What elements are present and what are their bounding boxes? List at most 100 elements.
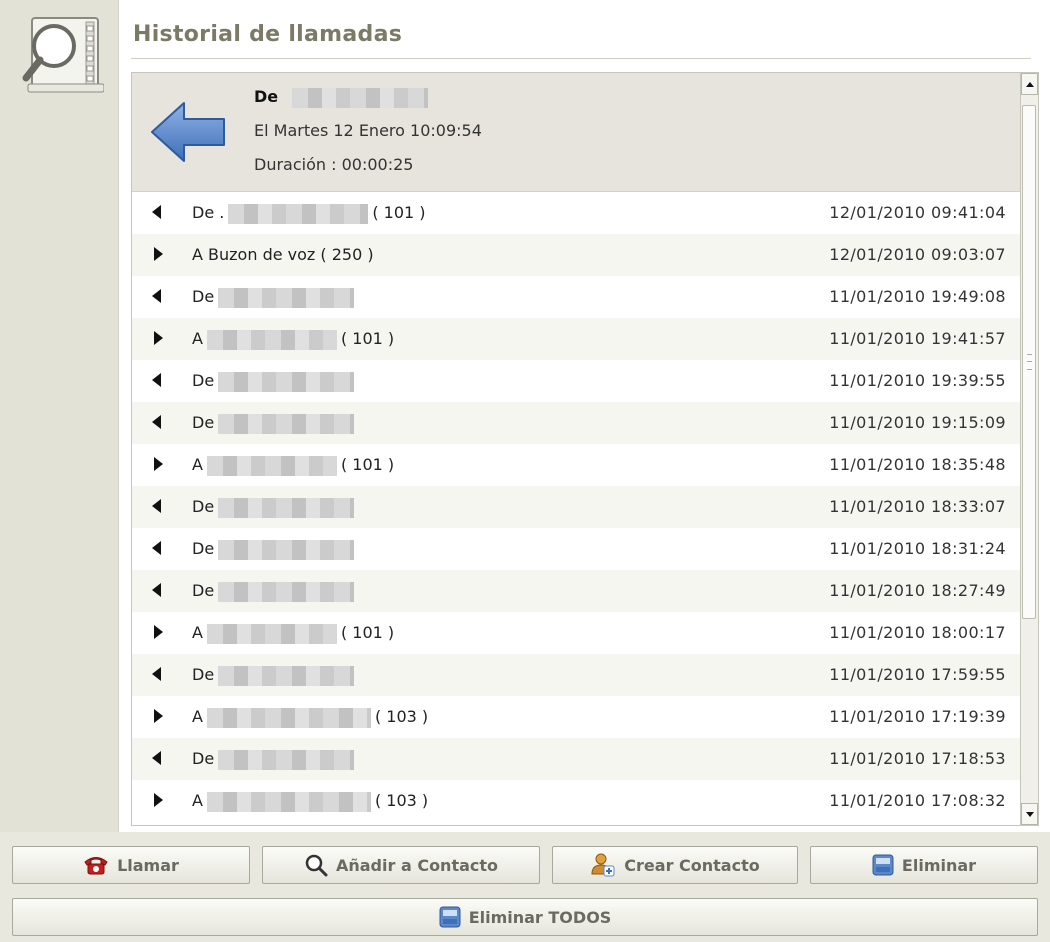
title-divider	[131, 58, 1031, 59]
call-timestamp: 11/01/2010 19:39:55	[829, 371, 1006, 390]
call-row[interactable]: De 11/01/2010 18:31:24	[132, 528, 1020, 570]
call-row[interactable]: De 11/01/2010 17:59:55	[132, 654, 1020, 696]
incoming-arrow-icon	[152, 373, 161, 387]
outgoing-arrow-icon	[154, 793, 163, 807]
call-button-label: Llamar	[117, 855, 179, 875]
sidebar	[0, 0, 119, 832]
detail-caller-prefix: De	[254, 87, 279, 106]
outgoing-arrow-icon	[154, 709, 163, 723]
call-party: A ( 101 )	[192, 623, 394, 644]
outgoing-arrow-icon	[154, 625, 163, 639]
scroll-up-button[interactable]	[1021, 73, 1038, 95]
redacted-name	[291, 87, 428, 108]
call-extension: ( 103 )	[374, 791, 429, 810]
call-row[interactable]: A ( 101 ) 11/01/2010 19:41:57	[132, 318, 1020, 360]
action-bar: Llamar Añadir a Contacto Crear Contacto …	[0, 832, 1050, 942]
incoming-arrow-icon	[152, 205, 161, 219]
call-party: A Buzon de voz ( 250 )	[192, 245, 374, 264]
delete-label: Eliminar	[901, 855, 977, 875]
call-button[interactable]: Llamar	[12, 846, 250, 884]
page-title: Historial de llamadas	[133, 22, 403, 47]
call-row[interactable]: A ( 101 ) 11/01/2010 18:35:48	[132, 444, 1020, 486]
redacted-name	[228, 203, 369, 224]
detail-duration: Duración : 00:00:25	[254, 155, 414, 174]
call-party: De	[192, 287, 358, 308]
call-row[interactable]: De . ( 101 ) 12/01/2010 09:41:04	[132, 192, 1020, 234]
call-party: A ( 101 )	[192, 455, 394, 476]
redacted-name	[206, 791, 371, 812]
call-row[interactable]: De 11/01/2010 17:18:53	[132, 738, 1020, 780]
arrow-left-icon	[151, 102, 225, 162]
call-timestamp: 11/01/2010 17:18:53	[829, 749, 1006, 768]
call-timestamp: 11/01/2010 19:49:08	[829, 287, 1006, 306]
incoming-arrow-icon	[152, 751, 161, 765]
incoming-arrow-icon	[152, 499, 161, 513]
create-contact-button[interactable]: Crear Contacto	[552, 846, 798, 884]
delete-button[interactable]: Eliminar	[810, 846, 1038, 884]
call-row[interactable]: De 11/01/2010 19:49:08	[132, 276, 1020, 318]
call-timestamp: 12/01/2010 09:41:04	[829, 203, 1006, 222]
call-party: A ( 103 )	[192, 707, 428, 728]
call-party: De	[192, 497, 358, 518]
call-party-prefix: De	[192, 581, 215, 600]
redacted-name	[206, 329, 337, 350]
outgoing-arrow-icon	[154, 247, 163, 261]
call-extension: ( 101 )	[372, 203, 426, 222]
redacted-name	[218, 749, 355, 770]
call-party-prefix: De	[192, 371, 215, 390]
call-timestamp: 11/01/2010 18:35:48	[829, 455, 1006, 474]
magnifier-icon	[22, 17, 104, 93]
call-party-prefix: De	[192, 497, 215, 516]
call-party: De	[192, 413, 358, 434]
call-extension: ( 101 )	[340, 623, 395, 642]
redacted-name	[218, 371, 355, 392]
disk-icon	[439, 906, 461, 928]
call-timestamp: 11/01/2010 18:31:24	[829, 539, 1006, 558]
call-row[interactable]: De 11/01/2010 19:15:09	[132, 402, 1020, 444]
call-party-prefix: De	[192, 287, 215, 306]
call-history-panel: Historial de llamadas De El Martes 12 En…	[118, 0, 1050, 832]
scrollbar[interactable]	[1020, 73, 1038, 825]
redacted-name	[218, 497, 355, 518]
call-party: A ( 101 )	[192, 329, 394, 350]
call-party-prefix: A	[192, 623, 203, 642]
delete-all-button[interactable]: Eliminar TODOS	[12, 898, 1038, 936]
scroll-thumb[interactable]	[1022, 105, 1036, 619]
redacted-name	[218, 413, 355, 434]
call-row[interactable]: A ( 101 ) 11/01/2010 18:00:17	[132, 612, 1020, 654]
call-timestamp: 11/01/2010 17:59:55	[829, 665, 1006, 684]
redacted-name	[218, 539, 355, 560]
call-list: De . ( 101 ) 12/01/2010 09:41:04 A Buzon de…	[132, 192, 1020, 822]
redacted-name	[206, 455, 337, 476]
redacted-name	[206, 623, 337, 644]
incoming-arrow-icon	[152, 583, 161, 597]
call-party-prefix: De	[192, 749, 215, 768]
grip-icon	[1027, 354, 1032, 370]
call-row[interactable]: De 11/01/2010 18:33:07	[132, 486, 1020, 528]
scroll-down-button[interactable]	[1021, 803, 1038, 825]
call-party: De	[192, 749, 358, 770]
incoming-arrow-icon	[152, 541, 161, 555]
call-party-prefix: De	[192, 539, 215, 558]
call-row[interactable]: A ( 103 ) 11/01/2010 17:19:39	[132, 696, 1020, 738]
call-list-container: De El Martes 12 Enero 10:09:54 Duración …	[131, 72, 1039, 826]
outgoing-arrow-icon	[154, 457, 163, 471]
incoming-arrow-icon	[152, 667, 161, 681]
call-party: De	[192, 539, 358, 560]
call-timestamp: 11/01/2010 17:08:32	[829, 791, 1006, 810]
call-party-prefix: A Buzon de voz ( 250 )	[192, 245, 374, 264]
detail-caller: De	[254, 87, 428, 108]
call-party-prefix: De	[192, 413, 215, 432]
call-party-prefix: A	[192, 707, 203, 726]
add-to-contact-button[interactable]: Añadir a Contacto	[262, 846, 540, 884]
call-row[interactable]: De 11/01/2010 18:27:49	[132, 570, 1020, 612]
create-contact-label: Crear Contacto	[624, 855, 760, 875]
call-row[interactable]: A ( 103 ) 11/01/2010 17:08:32	[132, 780, 1020, 822]
call-party-prefix: De .	[192, 203, 225, 222]
call-party: De	[192, 581, 358, 602]
call-row[interactable]: A Buzon de voz ( 250 ) 12/01/2010 09:03:0…	[132, 234, 1020, 276]
call-party: De	[192, 371, 358, 392]
call-row[interactable]: De 11/01/2010 19:39:55	[132, 360, 1020, 402]
call-party-prefix: De	[192, 665, 215, 684]
call-timestamp: 12/01/2010 09:03:07	[829, 245, 1006, 264]
